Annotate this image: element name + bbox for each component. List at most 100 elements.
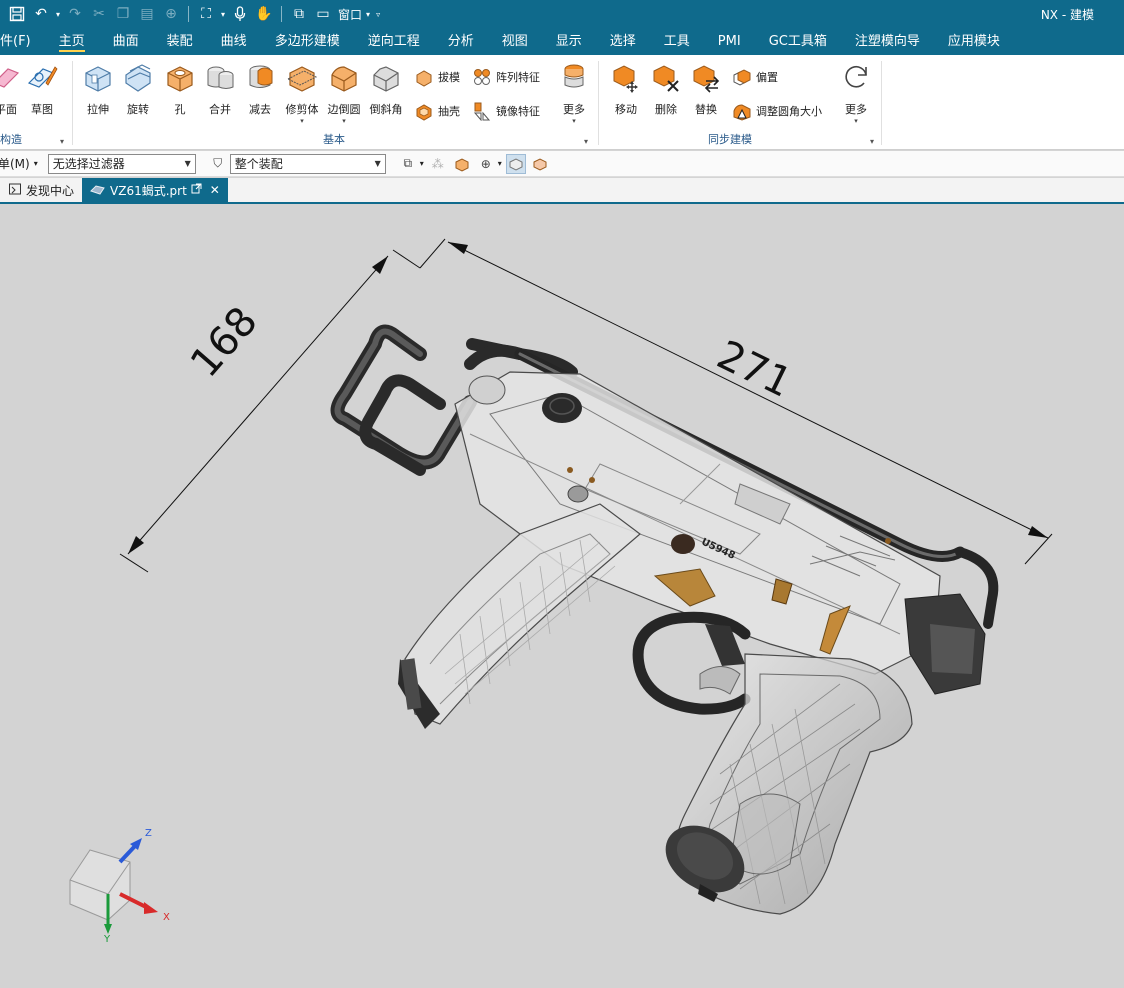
type-filter-value: 无选择过滤器 [52,157,125,171]
save-icon[interactable] [6,3,28,25]
trigger-guard[interactable] [632,611,751,715]
tab-applications[interactable]: 应用模块 [934,28,1014,55]
quick-access-toolbar: ↶ ▾ ↷ ✂ ❐ ▤ ⊕ ⛶ ▾ ✋ ⧉ ▭ 窗口 ▾ ▿ [0,0,382,28]
undo-dropdown-icon[interactable]: ▾ [56,10,60,19]
ribbon-tabs: 件(F) 主页 曲面 装配 曲线 多边形建模 逆向工程 分析 视图 显示 选择 … [0,28,1124,55]
tab-tools[interactable]: 工具 [650,28,704,55]
tab-display[interactable]: 显示 [542,28,596,55]
triad-y-label: Y [103,934,111,945]
tab-file[interactable]: 件(F) [0,28,45,55]
subtract-button[interactable]: 减去 [240,61,280,117]
pistol-grip[interactable] [654,653,913,915]
general-selection-dropdown-icon[interactable]: ▾ [420,159,424,168]
touch-mode-icon[interactable]: ✋ [253,3,275,25]
subtract-icon [249,65,273,88]
basic-group-label: 基本 [323,133,345,146]
snap-dropdown-icon[interactable]: ▾ [498,159,502,168]
fit-view-dropdown-icon[interactable]: ▾ [221,10,225,19]
sync-more-dropdown-icon[interactable]: ▾ [836,117,876,125]
microphone-icon[interactable] [229,3,251,25]
tab-home[interactable]: 主页 [45,28,99,55]
sync-more-button[interactable]: 更多 ▾ [836,61,876,125]
paste-special-icon[interactable]: ⊕ [160,3,182,25]
extrude-button[interactable]: 拉伸 [78,61,118,117]
edge-blend-dropdown-icon[interactable]: ▾ [324,117,364,125]
magazine[interactable] [398,503,641,729]
window-icon[interactable]: ▭ [312,3,334,25]
graphics-window[interactable]: U5948 Z X Y 168 271 [0,204,1124,988]
mirror-feature-icon [473,102,491,121]
tab-part-file[interactable]: VZ61蝎式.prt ✕ [82,178,228,202]
chevron-down-icon: ▼ [184,159,191,168]
hole-label: 孔 [174,103,186,116]
tab-curve[interactable]: 曲线 [207,28,261,55]
select-component-icon[interactable] [505,153,526,174]
sketch-label: 草图 [31,103,53,116]
extrude-label: 拉伸 [87,103,109,116]
offset-region-button[interactable]: 偏置 [732,67,778,87]
tab-reverse-engineering[interactable]: 逆向工程 [354,28,434,55]
undo-icon[interactable]: ↶ [30,3,52,25]
basic-more-dropdown-icon[interactable]: ▾ [554,117,594,125]
selection-scope-select[interactable]: 整个装配 ▼ [229,153,386,174]
tab-analysis[interactable]: 分析 [434,28,488,55]
select-body-icon[interactable] [452,154,472,174]
triad-x-label: X [163,912,170,923]
tab-polygon-modeling[interactable]: 多边形建模 [261,28,354,55]
sketch-button[interactable]: 草图 [22,61,62,117]
revolve-button[interactable]: 旋转 [118,61,158,117]
basic-more-button[interactable]: 更多 ▾ [554,61,594,125]
unite-button[interactable]: 合并 [200,61,240,117]
construct-group-expand-icon[interactable]: ▾ [60,137,64,146]
filter-icon[interactable]: ⛉ [208,154,228,174]
hole-button[interactable]: 孔 [160,61,200,117]
basic-group-expand-icon[interactable]: ▾ [584,137,588,146]
pattern-feature-button[interactable]: 阵列特征 [472,67,540,87]
trim-body-button[interactable]: 修剪体 ▾ [282,61,322,125]
move-face-button[interactable]: 移动 [606,61,646,117]
tab-select[interactable]: 选择 [596,28,650,55]
tab-mold-wizard[interactable]: 注塑模向导 [841,28,934,55]
tab-view[interactable]: 视图 [488,28,542,55]
model-view: U5948 Z X Y [69,238,1053,945]
select-assembly-icon[interactable] [530,154,550,174]
resize-blend-button[interactable]: 调整圆角大小 [732,101,822,121]
redo-icon[interactable]: ↷ [64,3,86,25]
sync-group-label: 同步建模 [708,133,752,146]
ribbon-divider [72,61,73,145]
popout-icon[interactable] [191,183,202,197]
sketch-icon [27,66,58,88]
sync-group-expand-icon[interactable]: ▾ [870,137,874,146]
tab-discovery-center[interactable]: 发现中心 [0,178,82,202]
mirror-feature-button[interactable]: 镜像特征 [472,101,540,121]
chamfer-button[interactable]: 倒斜角 [366,61,406,117]
shell-label: 抽壳 [438,105,460,118]
switch-window-icon[interactable]: ⧉ [288,3,310,25]
cut-icon[interactable]: ✂ [88,3,110,25]
window-dropdown-icon[interactable]: ▾ [366,10,370,19]
select-feature-icon[interactable]: ⁂ [428,154,448,174]
replace-face-button[interactable]: 替换 [686,61,726,117]
fit-view-icon[interactable]: ⛶ [195,3,217,25]
edge-blend-button[interactable]: 边倒圆 ▾ [324,61,364,125]
menu-dropdown-icon[interactable]: ▾ [34,159,38,168]
general-selection-icon[interactable]: ⧉ [398,154,418,174]
paste-icon[interactable]: ▤ [136,3,158,25]
copy-icon[interactable]: ❐ [112,3,134,25]
view-triad[interactable]: Z X Y [69,828,170,945]
tab-assembly[interactable]: 装配 [153,28,207,55]
type-filter-select[interactable]: 无选择过滤器 ▼ [47,153,196,174]
trim-body-dropdown-icon[interactable]: ▾ [282,117,322,125]
shell-button[interactable]: 抽壳 [414,101,460,121]
delete-face-button[interactable]: 删除 [646,61,686,117]
title-bar: ↶ ▾ ↷ ✂ ❐ ▤ ⊕ ⛶ ▾ ✋ ⧉ ▭ 窗口 ▾ ▿ NX - 建模 [0,0,1124,28]
draft-button[interactable]: 拔模 [414,67,460,87]
window-menu-label[interactable]: 窗口 [338,6,362,23]
tab-surface[interactable]: 曲面 [99,28,153,55]
close-icon[interactable]: ✕ [210,183,220,197]
menu-button[interactable]: 菜单(M) [0,155,30,172]
customize-toolbar-icon[interactable]: ▿ [376,10,380,19]
snap-point-icon[interactable]: ⊕ [476,154,496,174]
tab-gc-toolkit[interactable]: GC工具箱 [755,28,841,55]
tab-pmi[interactable]: PMI [704,28,755,55]
